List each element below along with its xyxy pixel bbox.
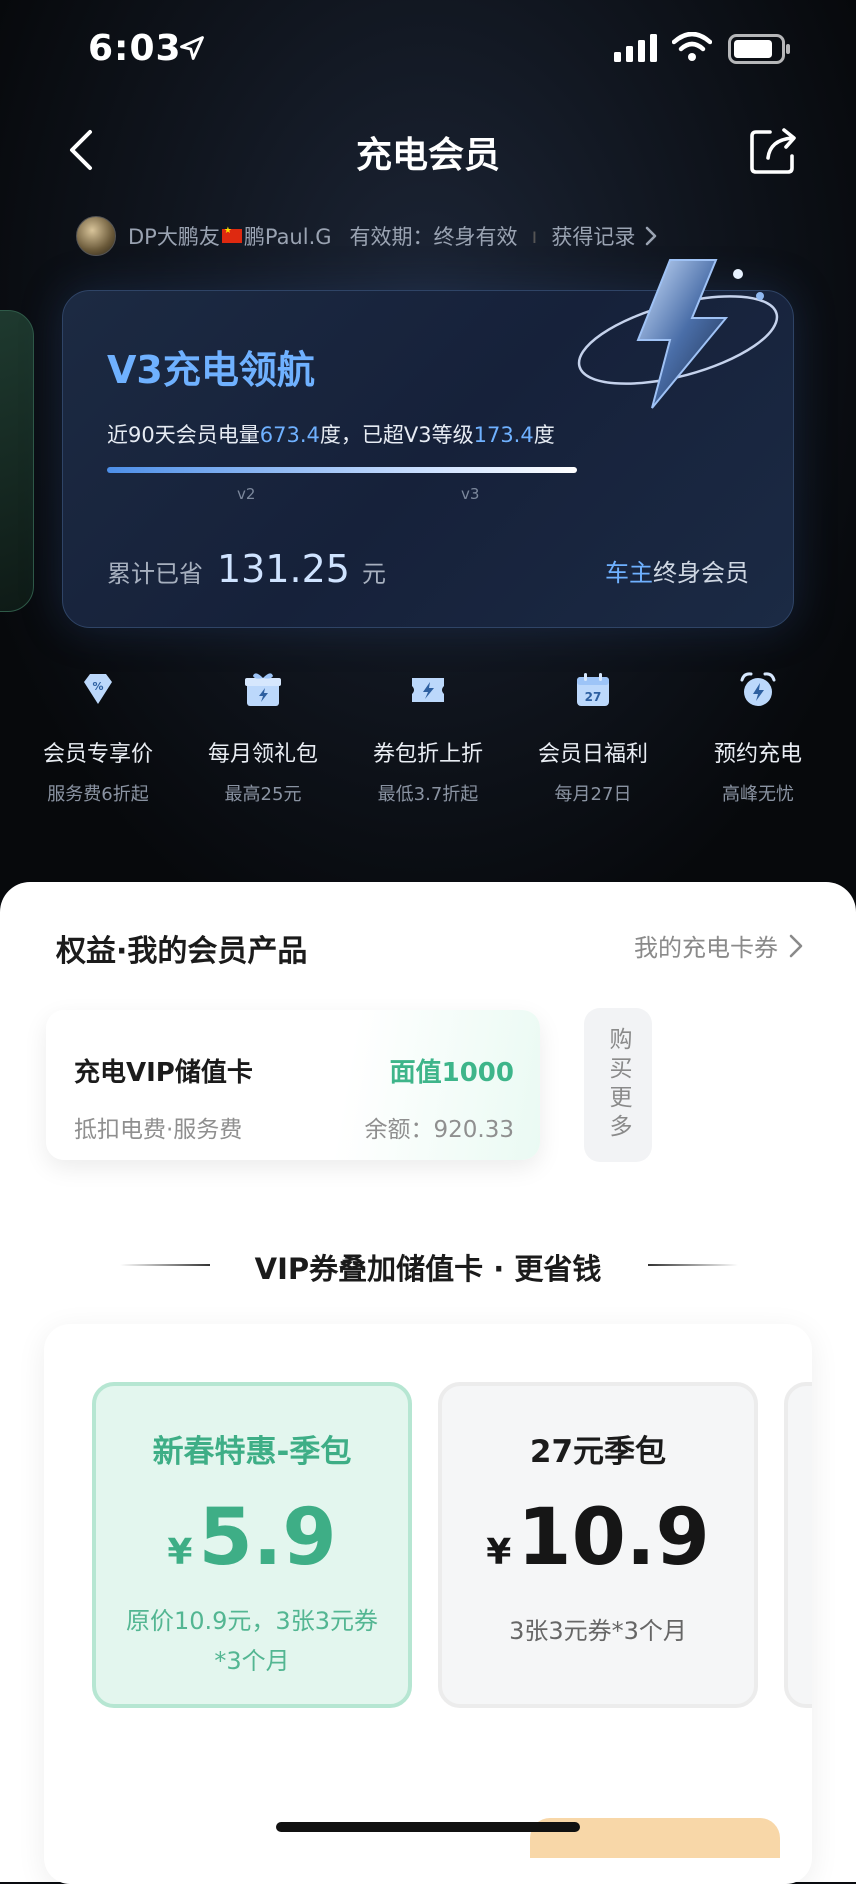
benefit-monthly-gift[interactable]: 每月领礼包 最高25元 <box>183 668 343 806</box>
share-icon[interactable] <box>748 126 800 176</box>
promo-title: VIP券叠加储值卡 · 更省钱 <box>254 1252 602 1286</box>
level-description: 近90天会员电量673.4度，已超V3等级173.4度 <box>107 423 555 447</box>
separator: ı <box>531 224 538 248</box>
saved-label: 累计已省 <box>107 560 203 588</box>
saved-total: 累计已省 131.25 元 <box>107 547 386 591</box>
level-progress-fill <box>107 467 577 473</box>
svg-text:27: 27 <box>585 690 602 704</box>
battery-icon <box>728 34 790 64</box>
benefit-scheduled-charging[interactable]: 预约充电 高峰无忧 <box>678 668 838 806</box>
benefit-member-price[interactable]: % 会员专享价 服务费6折起 <box>18 668 178 806</box>
benefit-sub: 最高25元 <box>224 784 302 805</box>
page-title: 充电会员 <box>355 135 500 176</box>
benefit-coupon-discount[interactable]: 券包折上折 最低3.7折起 <box>348 668 508 806</box>
cellular-signal-icon <box>614 34 657 62</box>
wifi-icon <box>672 32 712 61</box>
package-name: 新春特惠-季包 <box>152 1434 352 1470</box>
vip-card-balance: 余额：920.33 <box>364 1117 514 1143</box>
tick-v2: v2 <box>237 485 256 503</box>
package-price: ¥5.9 <box>167 1493 337 1583</box>
benefits-row: % 会员专享价 服务费6折起 每月领礼包 最高25元 券包折上折 最低3.7折起… <box>18 668 838 806</box>
previous-level-card[interactable] <box>0 310 34 612</box>
divider-line-right <box>648 1264 738 1266</box>
package-desc: 3张3元券*3个月 <box>509 1617 687 1645</box>
package-card-selected[interactable]: 新春特惠-季包 ¥5.9 原价10.9元，3张3元券*3个月 <box>92 1382 412 1708</box>
benefit-title: 会员专享价 <box>42 742 153 767</box>
benefit-sub: 服务费6折起 <box>47 784 149 805</box>
packages-panel: 新春特惠-季包 ¥5.9 原价10.9元，3张3元券*3个月 27元季包 ¥10… <box>44 1324 812 1884</box>
benefit-sub: 高峰无忧 <box>722 784 794 805</box>
status-bar: 6:03 <box>0 0 856 100</box>
coupon-icon <box>412 678 444 702</box>
home-indicator <box>276 1822 580 1832</box>
lightning-bolt-icon <box>577 259 779 409</box>
user-name-prefix: DP大鹏友 <box>128 225 220 249</box>
benefit-title: 每月领礼包 <box>207 742 318 767</box>
benefit-title: 预约充电 <box>713 742 802 767</box>
validity-text: 有效期：终身有效 <box>349 225 518 249</box>
vip-card-face-value: 面值1000 <box>389 1058 514 1088</box>
benefit-title: 券包折上折 <box>372 742 483 767</box>
package-name: 27元季包 <box>529 1434 667 1470</box>
status-time: 6:03 <box>88 28 182 69</box>
level-progress-bar <box>107 467 577 473</box>
calendar-27-icon: 27 <box>577 673 609 706</box>
saved-amount: 131.25 <box>217 547 350 591</box>
vip-stored-value-card[interactable]: 充电VIP储值卡 面值1000 抵扣电费·服务费 余额：920.33 <box>46 1010 540 1160</box>
vip-card-usage: 抵扣电费·服务费 <box>74 1117 243 1143</box>
chevron-right-icon <box>789 934 803 957</box>
buy-more-button[interactable]: 购买更多 <box>584 1008 652 1162</box>
china-flag-icon <box>221 226 242 243</box>
tick-v3: v3 <box>461 485 480 503</box>
avatar <box>76 216 116 256</box>
level-title: V3充电领航 <box>107 348 315 392</box>
lifetime-member-label: 车主终身会员 <box>605 559 749 587</box>
my-charging-cards-label: 我的充电卡券 <box>634 934 778 962</box>
alarm-clock-icon <box>740 672 776 706</box>
package-price: ¥10.9 <box>486 1493 710 1583</box>
svg-text:%: % <box>92 680 103 693</box>
saved-unit: 元 <box>361 560 386 588</box>
benefit-member-day[interactable]: 27 会员日福利 每月27日 <box>513 668 673 806</box>
vip-card-name: 充电VIP储值卡 <box>74 1058 253 1088</box>
benefit-title: 会员日福利 <box>537 742 648 767</box>
discount-diamond-icon: % <box>84 674 112 704</box>
benefit-sub: 每月27日 <box>554 784 632 805</box>
package-card-next[interactable] <box>784 1382 812 1708</box>
buy-more-label: 购买更多 <box>605 1027 631 1143</box>
benefit-sub: 最低3.7折起 <box>377 784 479 805</box>
products-sheet: 权益·我的会员产品 我的充电卡券 充电VIP储值卡 面值1000 抵扣电费·服务… <box>0 882 856 1884</box>
location-arrow-icon <box>180 36 204 60</box>
gift-icon <box>245 673 281 706</box>
user-name-suffix: 鹏Paul.G <box>243 225 332 249</box>
section-title: 权益·我的会员产品 <box>56 934 308 969</box>
package-desc: 原价10.9元，3张3元券*3个月 <box>126 1607 378 1675</box>
package-card[interactable]: 27元季包 ¥10.9 3张3元券*3个月 <box>438 1382 758 1708</box>
my-charging-cards-link[interactable]: 我的充电卡券 <box>634 928 804 963</box>
